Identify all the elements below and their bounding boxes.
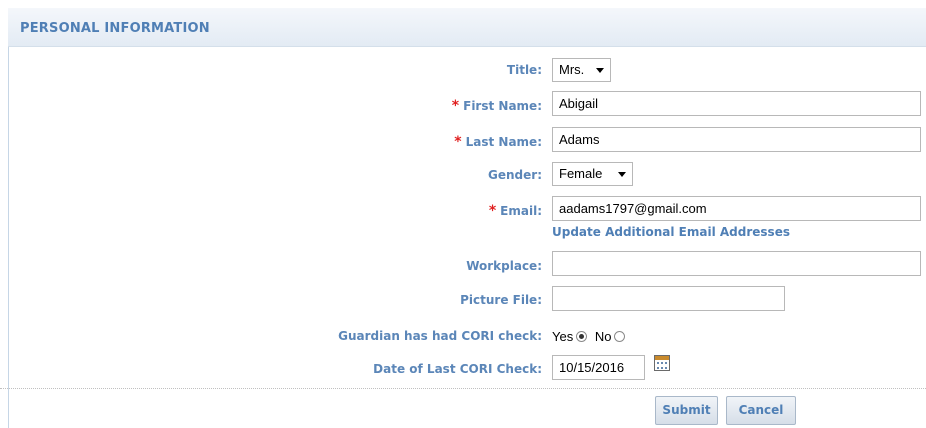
cori-check-radio-group: Yes No (552, 328, 629, 344)
form-divider (0, 388, 926, 389)
email-input[interactable]: aadams1797@gmail.com (552, 196, 921, 221)
chevron-down-icon (618, 172, 626, 177)
title-select-value: Mrs. (559, 62, 585, 77)
required-mark: * (454, 134, 462, 150)
section-title: PERSONAL INFORMATION (20, 21, 210, 36)
picture-file-input[interactable] (552, 286, 785, 311)
first-name-label: * First Name: (451, 98, 542, 114)
submit-button[interactable]: Submit (655, 396, 718, 425)
chevron-down-icon (596, 68, 604, 73)
first-name-input[interactable]: Abigail (552, 91, 921, 116)
title-select[interactable]: Mrs. (552, 58, 611, 82)
gender-select-value: Female (559, 166, 603, 181)
cancel-button[interactable]: Cancel (726, 396, 796, 425)
update-email-link[interactable]: Update Additional Email Addresses (552, 225, 790, 239)
gender-label: Gender: (488, 168, 542, 182)
cori-yes-radio[interactable] (576, 331, 588, 343)
last-name-label: * Last Name: (454, 134, 542, 150)
calendar-icon-header (655, 356, 669, 360)
workplace-input[interactable] (552, 251, 921, 276)
required-mark: * (451, 98, 460, 114)
picture-file-label: Picture File: (460, 293, 542, 307)
cori-date-input[interactable]: 10/15/2016 (552, 355, 645, 380)
section-header: PERSONAL INFORMATION (8, 8, 926, 47)
cori-check-label: Guardian has had CORI check: (338, 329, 542, 343)
required-mark: * (488, 203, 497, 219)
cori-yes-label: Yes (552, 329, 574, 345)
cori-date-label: Date of Last CORI Check: (373, 362, 542, 376)
title-label: Title: (506, 63, 542, 77)
gender-select[interactable]: Female (552, 162, 633, 186)
workplace-label: Workplace: (466, 259, 542, 273)
last-name-input[interactable]: Adams (552, 127, 921, 152)
cori-no-label: No (594, 329, 612, 345)
calendar-icon[interactable] (654, 355, 670, 371)
cori-no-radio[interactable] (614, 331, 626, 343)
email-label: * Email: (488, 203, 542, 219)
calendar-icon-grid (657, 362, 667, 369)
